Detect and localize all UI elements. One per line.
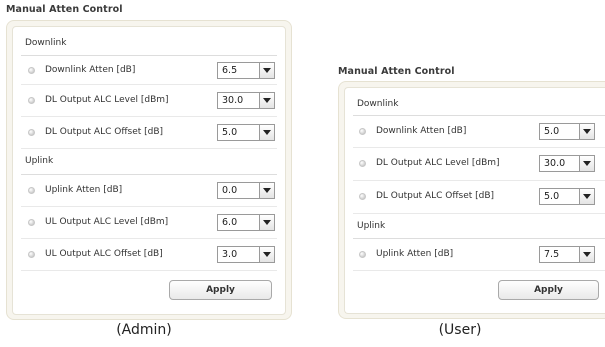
field-label: DL Output ALC Offset [dB] <box>45 127 164 137</box>
chevron-down-icon[interactable] <box>579 156 594 171</box>
user-panel-title: Manual Atten Control <box>338 66 455 77</box>
downlink-group-label: Downlink <box>357 99 399 109</box>
select-value: 6.0 <box>222 217 238 228</box>
bullet-icon <box>28 129 35 136</box>
user-downlink-group-header: Downlink <box>353 92 605 116</box>
dl-alc-offset-select[interactable]: 5.0 <box>217 124 275 141</box>
admin-field-row-dl-alc-level: DL Output ALC Level [dBm] 30.0 <box>21 85 277 117</box>
admin-field-row-ul-alc-offset: UL Output ALC Offset [dB] 3.0 <box>21 239 277 271</box>
user-uplink-group-header: Uplink <box>353 214 605 239</box>
admin-field-row-ul-alc-level: UL Output ALC Level [dBm] 6.0 <box>21 207 277 239</box>
admin-field-row-downlink-atten: Downlink Atten [dB] 6.5 <box>21 56 277 85</box>
admin-panel-body: Downlink Downlink Atten [dB] 6.5 DL Outp… <box>12 26 286 315</box>
chevron-down-icon[interactable] <box>259 63 274 78</box>
bullet-icon <box>359 251 366 258</box>
user-panel-body: Downlink Downlink Atten [dB] 5.0 DL Outp… <box>344 87 605 314</box>
dl-alc-level-select[interactable]: 30.0 <box>217 92 275 109</box>
select-value: 5.0 <box>544 126 560 137</box>
bullet-icon <box>28 251 35 258</box>
uplink-atten-select[interactable]: 0.0 <box>217 182 275 199</box>
select-value: 6.5 <box>222 65 238 76</box>
bullet-icon <box>28 97 35 104</box>
uplink-group-label: Uplink <box>25 156 54 166</box>
user-caption: (User) <box>438 322 482 338</box>
user-dl-alc-offset-select[interactable]: 5.0 <box>539 188 595 205</box>
field-label: Uplink Atten [dB] <box>45 185 123 195</box>
ul-alc-offset-select[interactable]: 3.0 <box>217 246 275 263</box>
admin-panel: Downlink Downlink Atten [dB] 6.5 DL Outp… <box>6 20 292 320</box>
field-label: UL Output ALC Level [dBm] <box>45 217 169 227</box>
select-value: 3.0 <box>222 249 238 260</box>
select-value: 5.0 <box>222 127 238 138</box>
field-label: DL Output ALC Level [dBm] <box>45 95 169 105</box>
field-label: UL Output ALC Offset [dB] <box>45 249 163 259</box>
uplink-group-label: Uplink <box>357 221 386 231</box>
select-value: 5.0 <box>544 191 560 202</box>
admin-field-row-dl-alc-offset: DL Output ALC Offset [dB] 5.0 <box>21 117 277 149</box>
admin-panel-title: Manual Atten Control <box>6 4 123 15</box>
admin-apply-button[interactable]: Apply <box>169 280 272 300</box>
bullet-icon <box>359 160 366 167</box>
bullet-icon <box>28 67 35 74</box>
user-field-row-uplink-atten: Uplink Atten [dB] 7.5 <box>353 239 605 271</box>
user-panel: Downlink Downlink Atten [dB] 5.0 DL Outp… <box>338 81 605 319</box>
chevron-down-icon[interactable] <box>259 215 274 230</box>
field-label: Uplink Atten [dB] <box>376 249 454 259</box>
select-value: 0.0 <box>222 185 238 196</box>
user-field-row-downlink-atten: Downlink Atten [dB] 5.0 <box>353 116 605 148</box>
field-label: DL Output ALC Offset [dB] <box>376 191 495 201</box>
user-field-row-dl-alc-level: DL Output ALC Level [dBm] 30.0 <box>353 148 605 181</box>
admin-caption: (Admin) <box>116 322 172 338</box>
chevron-down-icon[interactable] <box>259 93 274 108</box>
select-value: 30.0 <box>544 158 566 169</box>
bullet-icon <box>28 219 35 226</box>
user-apply-button[interactable]: Apply <box>498 280 599 300</box>
select-value: 7.5 <box>544 249 560 260</box>
chevron-down-icon[interactable] <box>579 247 594 262</box>
field-label: Downlink Atten [dB] <box>45 65 136 75</box>
admin-field-row-uplink-atten: Uplink Atten [dB] 0.0 <box>21 175 277 207</box>
bullet-icon <box>359 128 366 135</box>
downlink-atten-select[interactable]: 6.5 <box>217 62 275 79</box>
select-value: 30.0 <box>222 95 244 106</box>
downlink-group-label: Downlink <box>25 38 67 48</box>
downlink-group-header: Downlink <box>21 31 277 56</box>
bullet-icon <box>28 187 35 194</box>
field-label: DL Output ALC Level [dBm] <box>376 158 500 168</box>
chevron-down-icon[interactable] <box>259 125 274 140</box>
chevron-down-icon[interactable] <box>259 247 274 262</box>
chevron-down-icon[interactable] <box>579 124 594 139</box>
uplink-group-header: Uplink <box>21 149 277 175</box>
user-downlink-atten-select[interactable]: 5.0 <box>539 123 595 140</box>
field-label: Downlink Atten [dB] <box>376 126 467 136</box>
user-uplink-atten-select[interactable]: 7.5 <box>539 246 595 263</box>
chevron-down-icon[interactable] <box>579 189 594 204</box>
user-field-row-dl-alc-offset: DL Output ALC Offset [dB] 5.0 <box>353 181 605 214</box>
user-dl-alc-level-select[interactable]: 30.0 <box>539 155 595 172</box>
chevron-down-icon[interactable] <box>259 183 274 198</box>
ul-alc-level-select[interactable]: 6.0 <box>217 214 275 231</box>
bullet-icon <box>359 193 366 200</box>
